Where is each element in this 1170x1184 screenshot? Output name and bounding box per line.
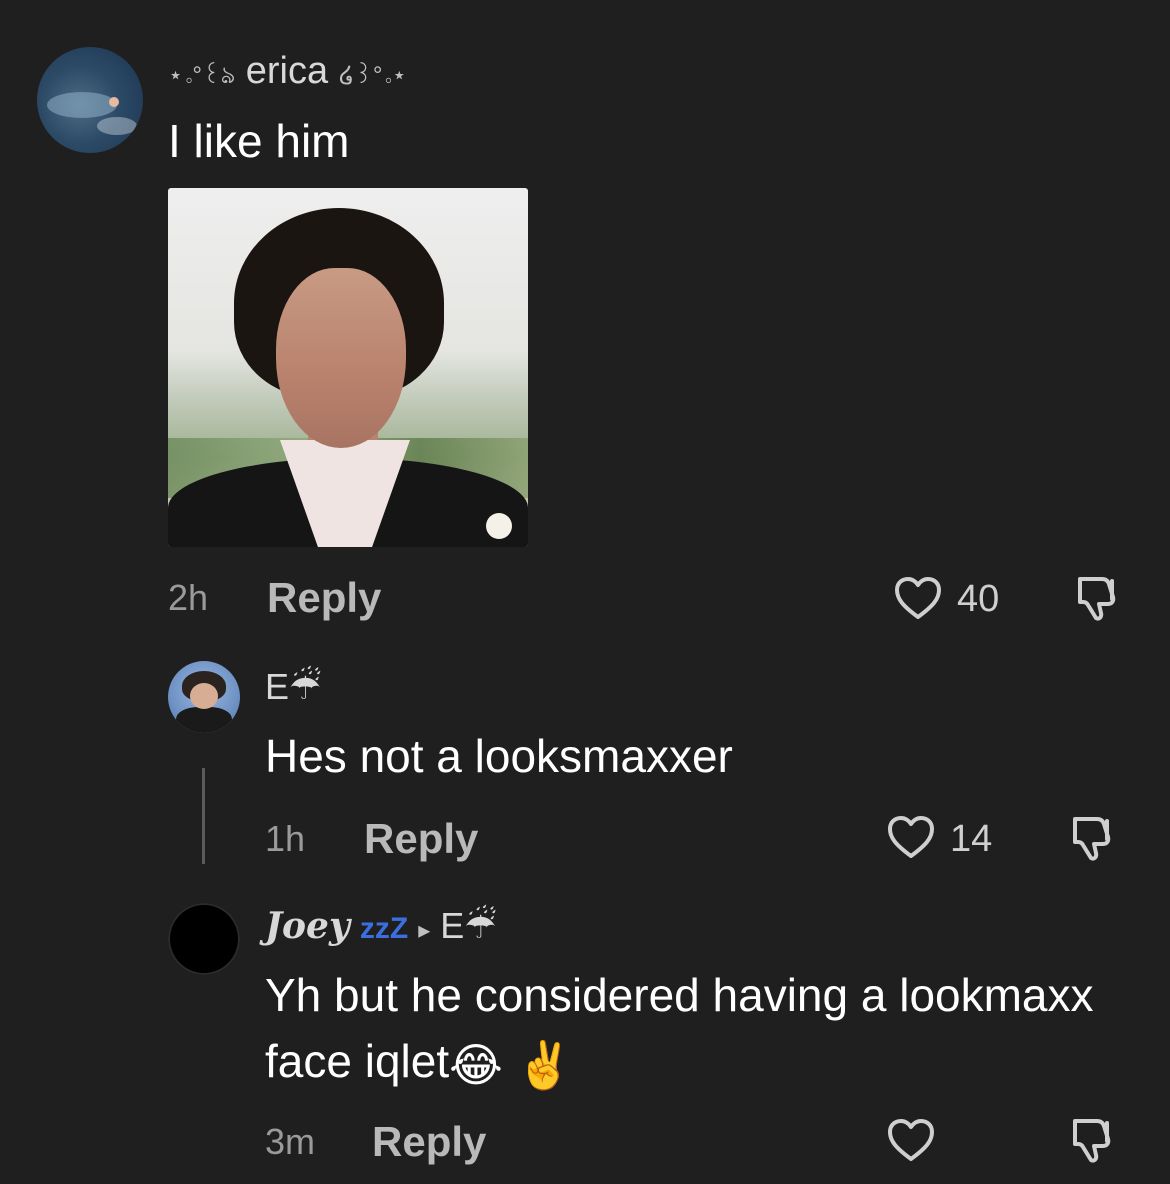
laughing-emoji: 😂 [449, 1038, 503, 1091]
reply-text-body: Yh but he considered having a lookmaxx f… [265, 969, 1094, 1087]
username-joey[interactable]: Joey zzZ ▸ E☔ [265, 905, 497, 947]
username-erica[interactable]: ⋆｡°꒰ঌ erica ໒꒱°｡⋆ [168, 50, 407, 97]
like-count: 40 [957, 578, 1000, 620]
reply-timestamp: 3m [265, 1121, 316, 1162]
thumbs-down-icon[interactable] [1072, 573, 1124, 625]
thread-line [202, 768, 205, 864]
reply-button[interactable]: Reply [267, 574, 381, 622]
zzz-emoji: zzZ [359, 912, 409, 945]
username-text: Joey [265, 905, 350, 947]
avatar-e[interactable] [168, 661, 240, 733]
reply-text: Yh but he considered having a lookmaxx f… [265, 962, 1125, 1098]
avatar-erica[interactable] [37, 47, 143, 153]
comment-image[interactable] [168, 188, 528, 547]
reply-button[interactable]: Reply [364, 815, 478, 863]
username-prefix-decoration: ⋆｡°꒰ঌ [168, 62, 236, 89]
heart-icon[interactable] [886, 814, 936, 860]
heart-icon[interactable] [893, 575, 943, 621]
reply-to-username[interactable]: E☔ [440, 905, 496, 946]
username-suffix-decoration: ໒꒱°｡⋆ [338, 62, 407, 89]
comment-text: I like him [168, 115, 350, 167]
reply-button[interactable]: Reply [372, 1118, 486, 1166]
avatar-joey[interactable] [168, 903, 240, 975]
comments-thread: ⋆｡°꒰ঌ erica ໒꒱°｡⋆ I like him 2h Reply 40… [0, 0, 1170, 1184]
like-count: 14 [950, 818, 993, 860]
comment-timestamp: 2h [168, 577, 209, 618]
thumbs-down-icon[interactable] [1067, 813, 1119, 865]
thumbs-down-icon[interactable] [1067, 1115, 1119, 1167]
peace-sign-emoji: ✌️ [515, 1038, 573, 1091]
heart-icon[interactable] [886, 1117, 936, 1163]
username-text: erica [245, 50, 329, 92]
reply-arrow-icon: ▸ [418, 917, 431, 944]
reply-text: Hes not a looksmaxxer [265, 730, 733, 782]
reply-timestamp: 1h [265, 818, 306, 859]
username-e[interactable]: E☔ [265, 666, 321, 708]
